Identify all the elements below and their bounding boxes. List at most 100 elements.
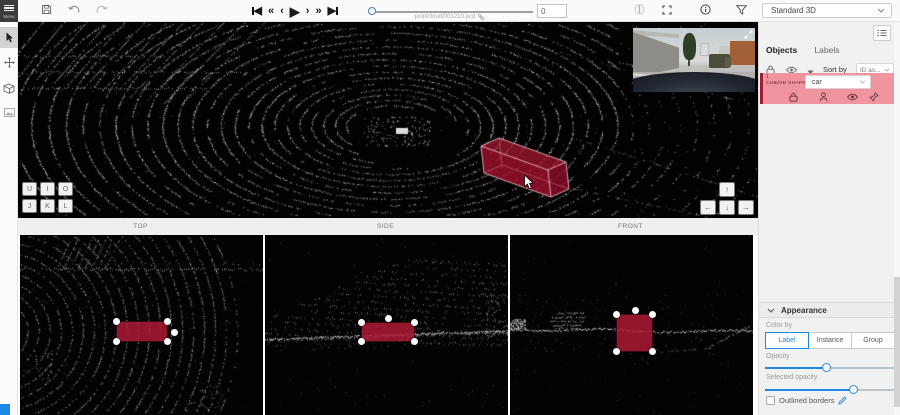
- skip-start-button[interactable]: ◀: [252, 6, 262, 17]
- fast-backward-button[interactable]: «: [268, 6, 274, 17]
- step-forward-button[interactable]: ›: [306, 6, 310, 17]
- view-mode-select[interactable]: Standard 3D: [762, 3, 892, 18]
- select-tool-button[interactable]: [0, 27, 18, 48]
- resize-handle[interactable]: [613, 311, 620, 318]
- resize-handle[interactable]: [358, 319, 365, 326]
- panel-scrollbar: [894, 22, 900, 415]
- tab-labels[interactable]: Labels: [814, 45, 839, 55]
- appearance-section-header[interactable]: Appearance: [759, 302, 900, 318]
- resize-handle[interactable]: [649, 311, 656, 318]
- chevron-down-icon: [877, 8, 885, 13]
- key-j[interactable]: J: [22, 199, 37, 213]
- info-icon: [700, 4, 711, 15]
- image-tool-button[interactable]: [0, 102, 18, 123]
- object-class-select[interactable]: car: [805, 75, 871, 89]
- object-list-item-cuboid[interactable]: 1 CUBOID SHAPE car: [760, 73, 900, 104]
- top-view-label: TOP: [18, 223, 263, 230]
- brain-icon: [633, 4, 646, 15]
- mouse-cursor: [523, 174, 535, 191]
- edit-pencil-icon[interactable]: [838, 396, 847, 405]
- key-o[interactable]: O: [58, 182, 73, 196]
- scrollbar-thumb[interactable]: [894, 277, 900, 407]
- resize-handle[interactable]: [411, 319, 418, 326]
- skip-end-button[interactable]: ▶: [328, 6, 338, 17]
- resize-handle[interactable]: [113, 318, 120, 325]
- preview-building-brick: [730, 41, 755, 65]
- resize-handle[interactable]: [632, 307, 639, 314]
- front-view-label: FRONT: [508, 223, 753, 230]
- pan-tool-button[interactable]: [0, 52, 18, 73]
- opacity-slider-thumb[interactable]: [822, 363, 831, 372]
- preview-ego-hood: [633, 72, 755, 92]
- outlined-borders-checkbox[interactable]: [766, 396, 775, 405]
- chevron-down-icon: [859, 80, 866, 84]
- right-panel: Objects Labels Sort by ID as... 1 CUBOID…: [758, 22, 900, 415]
- side-ortho-view[interactable]: [265, 235, 508, 415]
- pin-icon: [869, 92, 879, 102]
- selected-opacity-label: Selected opacity: [766, 374, 817, 381]
- arrow-up-key[interactable]: ↑: [719, 182, 735, 197]
- frame-number-input[interactable]: [537, 4, 567, 18]
- resize-handle[interactable]: [385, 315, 392, 322]
- selected-opacity-slider[interactable]: [765, 385, 895, 395]
- opacity-slider[interactable]: [765, 363, 895, 373]
- object-visibility-button[interactable]: [847, 93, 858, 103]
- left-tool-rail: [0, 22, 18, 415]
- person-icon: [819, 92, 828, 102]
- color-by-instance-button[interactable]: Instance: [808, 332, 852, 349]
- panel-options-button[interactable]: [873, 25, 891, 41]
- save-icon: [41, 4, 52, 15]
- menu-button[interactable]: Menu: [0, 0, 18, 22]
- object-lock-button[interactable]: [789, 92, 798, 104]
- filename: pointcloud/001210.pcd: [360, 13, 540, 21]
- main-3d-viewport[interactable]: U I O J K L ↑ ← ↓ →: [18, 22, 758, 218]
- object-assignee-button[interactable]: [819, 92, 828, 104]
- selected-opacity-slider-thumb[interactable]: [849, 385, 858, 394]
- key-i[interactable]: I: [40, 182, 55, 196]
- object-class-value: car: [812, 79, 859, 86]
- color-by-label-button[interactable]: Label: [765, 332, 809, 349]
- resize-handle[interactable]: [113, 338, 120, 345]
- ortho-views: [18, 235, 758, 415]
- resize-handle[interactable]: [649, 348, 656, 355]
- link-icon[interactable]: [477, 13, 485, 21]
- resize-handle[interactable]: [358, 338, 365, 345]
- redo-icon: [96, 4, 108, 15]
- panel-tabs: Objects Labels: [766, 45, 854, 55]
- top-ortho-view[interactable]: [20, 235, 263, 415]
- arrow-left-key[interactable]: ←: [700, 200, 716, 215]
- preview-tree-trunk: [688, 59, 690, 66]
- object-pin-button[interactable]: [869, 92, 879, 104]
- appearance-title: Appearance: [781, 306, 827, 315]
- key-k[interactable]: K: [40, 199, 55, 213]
- annotation-rect-top[interactable]: [116, 321, 168, 342]
- front-ortho-view[interactable]: [510, 235, 753, 415]
- expand-preview-icon[interactable]: [744, 30, 753, 39]
- tab-objects[interactable]: Objects: [766, 45, 797, 55]
- step-backward-button[interactable]: ‹: [280, 6, 284, 17]
- preview-truck-cab: [725, 57, 731, 67]
- arrow-down-key[interactable]: ↓: [719, 200, 735, 215]
- fast-forward-button[interactable]: »: [315, 6, 321, 17]
- annotation-rect-side[interactable]: [361, 322, 415, 342]
- resize-handle[interactable]: [164, 318, 171, 325]
- resize-handle[interactable]: [613, 348, 620, 355]
- key-u[interactable]: U: [22, 182, 37, 196]
- camera-preview[interactable]: [633, 28, 755, 92]
- top-toolbar: Menu Save Undo Redo ◀ « ‹ ▶ › » ▶ po: [0, 0, 900, 22]
- color-by-group-button[interactable]: Group: [851, 332, 895, 349]
- cuboid-tool-button[interactable]: [0, 77, 18, 98]
- object-id: 1: [766, 74, 769, 80]
- fullscreen-icon: [662, 5, 672, 15]
- resize-handle[interactable]: [411, 338, 418, 345]
- rotate-handle[interactable]: [171, 329, 178, 336]
- key-l[interactable]: L: [58, 199, 73, 213]
- arrow-right-key[interactable]: →: [738, 200, 754, 215]
- rotation-key-hints: U I O J K L: [22, 179, 73, 213]
- preview-tree: [683, 33, 696, 60]
- preview-tower: [700, 43, 709, 56]
- play-button[interactable]: ▶: [290, 5, 300, 18]
- resize-handle[interactable]: [164, 338, 171, 345]
- annotation-rect-front[interactable]: [616, 314, 653, 352]
- cursor-icon: [5, 32, 14, 43]
